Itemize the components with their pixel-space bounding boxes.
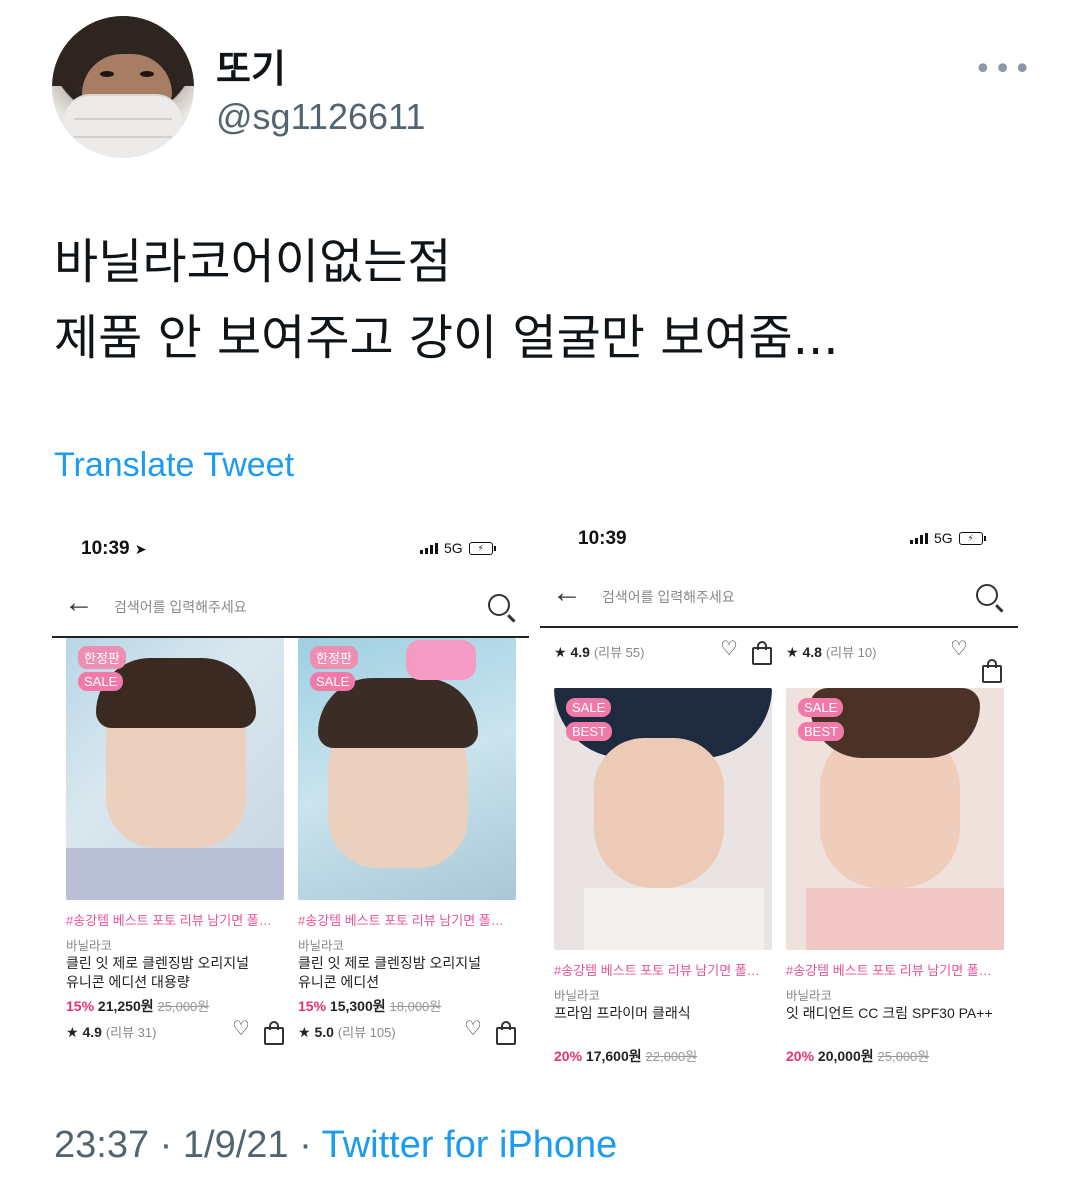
status-time: 10:39 ➤	[81, 538, 147, 559]
meta-separator: ·	[299, 1124, 312, 1166]
badge-limited: 한정판	[78, 646, 126, 669]
product-name[interactable]: 프라임 프라이머 클래식	[554, 1004, 772, 1023]
product-brand: 바닐라코	[298, 939, 345, 953]
signal-icon	[420, 542, 438, 554]
product-brand: 바닐라코	[66, 939, 113, 953]
bag-icon[interactable]	[264, 1021, 284, 1045]
tweet-text-line-2: 제품 안 보여주고 강이 얼굴만 보여줌...	[54, 310, 839, 366]
translate-tweet-link[interactable]: Translate Tweet	[54, 446, 294, 485]
product-photo[interactable]: 한정판 SALE	[298, 638, 516, 900]
badge-sale: SALE	[566, 698, 612, 717]
product-rating: ★ 4.8 (리뷰 10)	[786, 644, 877, 660]
product-tag[interactable]: #송강템 베스트 포토 리뷰 남기면 폴…	[554, 960, 760, 979]
product-price: 20% 17,600원 22,000원	[554, 1048, 698, 1064]
attached-image-1[interactable]: 10:39 ➤ 5G ⚡ ← 검색어를 입력해주세요 한정판 SALE #송강템…	[52, 520, 529, 1060]
bag-icon[interactable]	[496, 1021, 516, 1045]
search-bar: ← 검색어를 입력해주세요	[540, 570, 1018, 628]
tweet-time[interactable]: 23:37	[54, 1124, 149, 1166]
search-icon[interactable]	[488, 594, 510, 616]
product-card[interactable]: SALE BEST #송강템 베스트 포토 리뷰 남기면 폴… 바닐라코 프라임…	[554, 688, 772, 1068]
search-bar: ← 검색어를 입력해주세요	[52, 580, 529, 638]
display-name[interactable]: 또기	[216, 38, 286, 93]
heart-icon[interactable]: ♡	[950, 636, 968, 661]
heart-icon[interactable]: ♡	[232, 1016, 250, 1041]
network-label: 5G	[444, 540, 463, 556]
status-indicators: 5G ⚡	[910, 530, 986, 546]
status-indicators: 5G ⚡	[420, 540, 496, 556]
product-tag[interactable]: #송강템 베스트 포토 리뷰 남기면 폴…	[66, 910, 272, 929]
badge-best: BEST	[566, 722, 612, 741]
product-name[interactable]: 클린 잇 제로 클렌징밤 오리지널 유니콘 에디션	[298, 954, 516, 992]
network-label: 5G	[934, 530, 953, 546]
product-photo[interactable]: 한정판 SALE	[66, 638, 284, 900]
tweet-meta: 23:37 · 1/9/21 · Twitter for iPhone	[54, 1124, 617, 1167]
avatar[interactable]	[52, 16, 194, 158]
search-input[interactable]: 검색어를 입력해주세요	[602, 587, 735, 607]
product-price: 15% 15,300원 18,000원	[298, 998, 442, 1014]
product-card[interactable]: SALE BEST #송강템 베스트 포토 리뷰 남기면 폴… 바닐라코 잇 래…	[786, 688, 1004, 1068]
product-tag[interactable]: #송강템 베스트 포토 리뷰 남기면 폴…	[786, 960, 992, 979]
back-arrow-icon[interactable]: ←	[64, 586, 94, 620]
battery-icon: ⚡	[468, 541, 496, 555]
heart-icon[interactable]: ♡	[720, 636, 738, 661]
product-name[interactable]: 클린 잇 제로 클렌징밤 오리지널 유니콘 에디션 대용량	[66, 954, 284, 992]
product-price: 20% 20,000원 25,000원	[786, 1048, 930, 1064]
product-brand: 바닐라코	[786, 989, 833, 1003]
search-input[interactable]: 검색어를 입력해주세요	[114, 597, 247, 617]
product-rating: ★ 4.9 (리뷰 31)	[66, 1024, 157, 1040]
status-time: 10:39	[578, 528, 627, 549]
product-price: 15% 21,250원 25,000원	[66, 998, 210, 1014]
product-rating: ★ 5.0 (리뷰 105)	[298, 1024, 396, 1040]
badge-sale: SALE	[78, 672, 124, 691]
tweet-source[interactable]: Twitter for iPhone	[322, 1124, 618, 1166]
tweet-text: 바닐라코어이없는점 제품 안 보여주고 강이 얼굴만 보여줌...	[54, 224, 838, 376]
product-photo[interactable]: SALE BEST	[786, 688, 1004, 950]
product-card[interactable]: 한정판 SALE #송강템 베스트 포토 리뷰 남기면 폴… 바닐라코 클린 잇…	[66, 638, 284, 1058]
heart-icon[interactable]: ♡	[464, 1016, 482, 1041]
badge-limited: 한정판	[310, 646, 358, 669]
signal-icon	[910, 532, 928, 544]
badge-sale: SALE	[310, 672, 356, 691]
meta-separator: ·	[159, 1124, 173, 1166]
back-arrow-icon[interactable]: ←	[552, 576, 582, 610]
badge-best: BEST	[798, 722, 844, 741]
product-tag[interactable]: #송강템 베스트 포토 리뷰 남기면 폴…	[298, 910, 504, 929]
bag-icon[interactable]	[982, 659, 1002, 683]
tweet-date[interactable]: 1/9/21	[183, 1124, 289, 1166]
product-photo[interactable]: SALE BEST	[554, 688, 772, 950]
attached-image-2[interactable]: 10:39 5G ⚡ ← 검색어를 입력해주세요 ★ 4.9 (리뷰 55) ♡…	[540, 510, 1020, 1070]
product-name[interactable]: 잇 래디언트 CC 크림 SPF30 PA++	[786, 1004, 1004, 1023]
badge-sale: SALE	[798, 698, 844, 717]
product-card[interactable]: 한정판 SALE #송강템 베스트 포토 리뷰 남기면 폴… 바닐라코 클린 잇…	[298, 638, 516, 1058]
battery-icon: ⚡	[958, 531, 986, 545]
user-handle[interactable]: @sg1126611	[216, 96, 425, 138]
bag-icon[interactable]	[752, 641, 772, 665]
product-rating: ★ 4.9 (리뷰 55)	[554, 644, 645, 660]
product-brand: 바닐라코	[554, 989, 601, 1003]
tweet-text-line-1: 바닐라코어이없는점	[54, 234, 452, 290]
search-icon[interactable]	[976, 584, 998, 606]
more-horizontal-icon[interactable]: •••	[974, 52, 1033, 87]
